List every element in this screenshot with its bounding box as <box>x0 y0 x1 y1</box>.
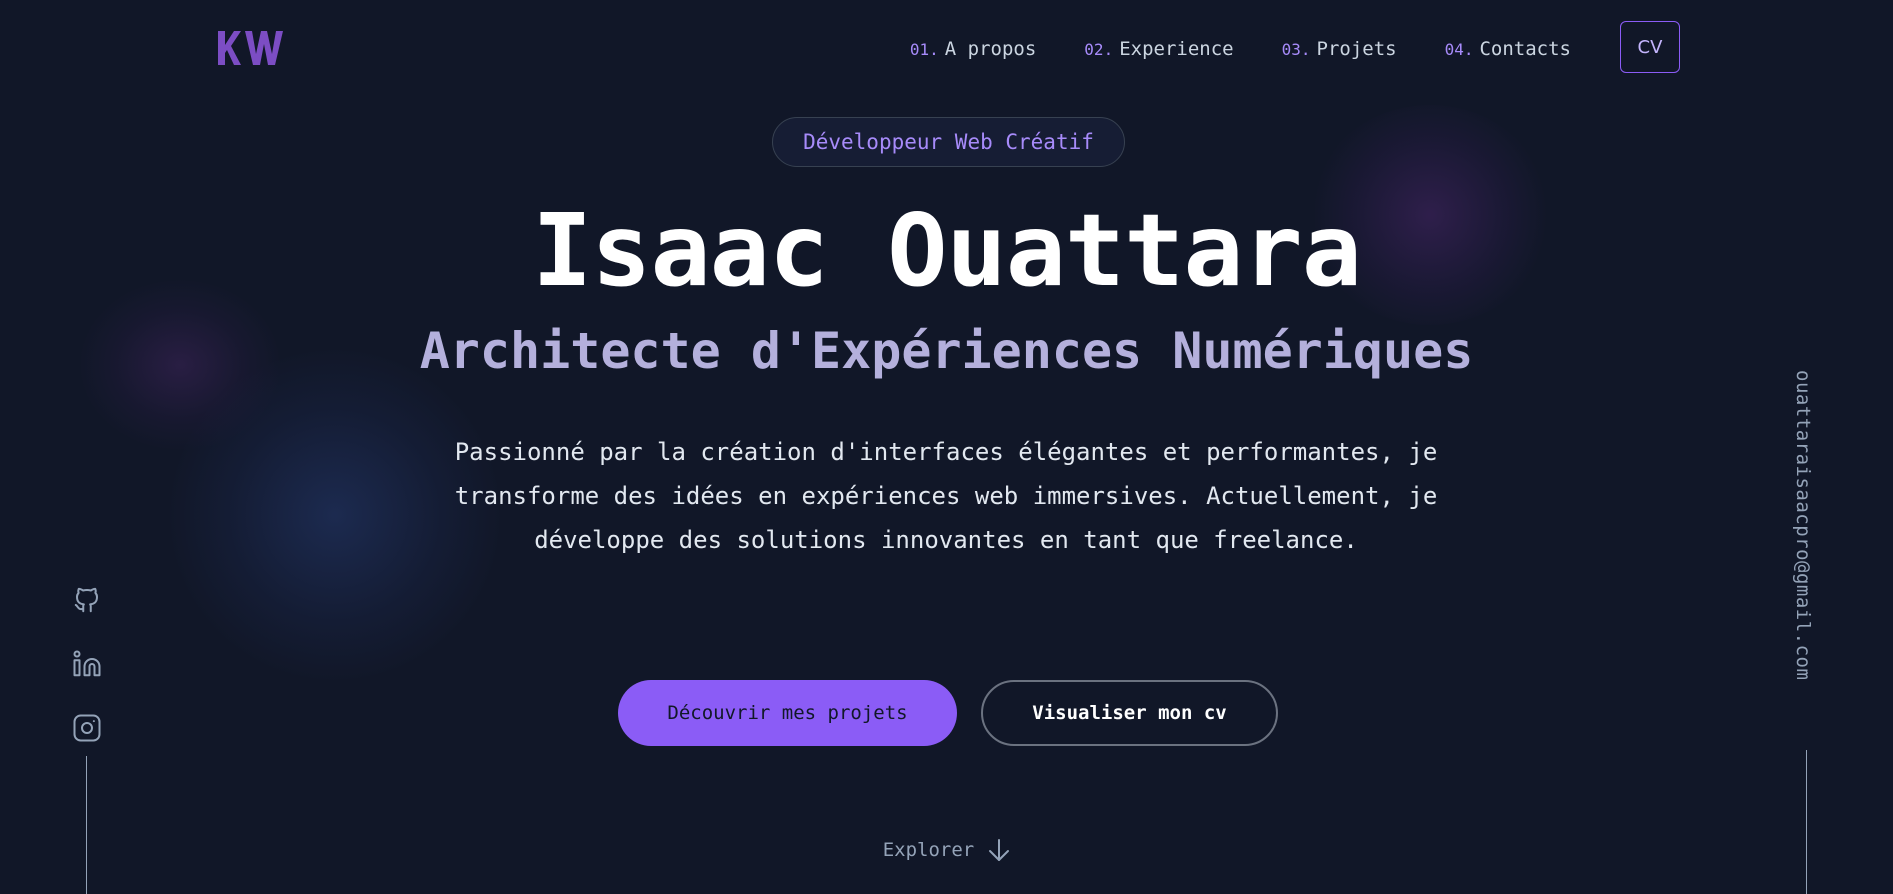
logo[interactable] <box>216 28 288 68</box>
explore-link[interactable]: Explorer <box>883 838 1011 862</box>
discover-projects-button[interactable]: Découvrir mes projets <box>618 680 957 746</box>
instagram-icon[interactable] <box>72 713 102 743</box>
email-link[interactable]: ouattaraisaacpro@gmail.com <box>1792 370 1814 680</box>
explore-section: Explorer <box>0 838 1893 862</box>
hero-description: Passionné par la création d'interfaces é… <box>454 438 1438 554</box>
role-badge: Développeur Web Créatif <box>772 117 1125 167</box>
nav-label: Projets <box>1316 38 1397 60</box>
nav-item-experience[interactable]: 02. Experience <box>1084 38 1233 60</box>
nav-number: 03. <box>1281 40 1311 59</box>
linkedin-icon[interactable] <box>72 649 102 679</box>
nav-label: Experience <box>1119 38 1234 60</box>
main-nav: 01. A propos 02. Experience 03. Projets … <box>910 38 1571 60</box>
social-links <box>70 585 104 743</box>
hero-name: Isaac Ouattara <box>532 192 1362 309</box>
nav-label: Contacts <box>1479 38 1571 60</box>
page: 01. A propos 02. Experience 03. Projets … <box>0 0 1893 894</box>
nav-item-projets[interactable]: 03. Projets <box>1282 38 1397 60</box>
explore-label: Explorer <box>882 839 975 861</box>
view-cv-button[interactable]: Visualiser mon cv <box>981 680 1278 746</box>
nav-item-contacts[interactable]: 04. Contacts <box>1445 38 1571 60</box>
nav-item-a-propos[interactable]: 01. A propos <box>910 38 1036 60</box>
hero-subtitle: Architecte d'Expériences Numériques <box>419 322 1474 380</box>
cv-button[interactable]: CV <box>1620 21 1680 73</box>
github-icon[interactable] <box>72 585 102 615</box>
nav-label: A propos <box>944 38 1037 60</box>
social-divider-line <box>86 756 87 894</box>
nav-number: 01. <box>909 40 939 59</box>
nav-number: 04. <box>1444 40 1474 59</box>
email-divider-line <box>1806 750 1807 894</box>
nav-number: 02. <box>1084 40 1114 59</box>
arrow-down-icon <box>989 839 1010 861</box>
